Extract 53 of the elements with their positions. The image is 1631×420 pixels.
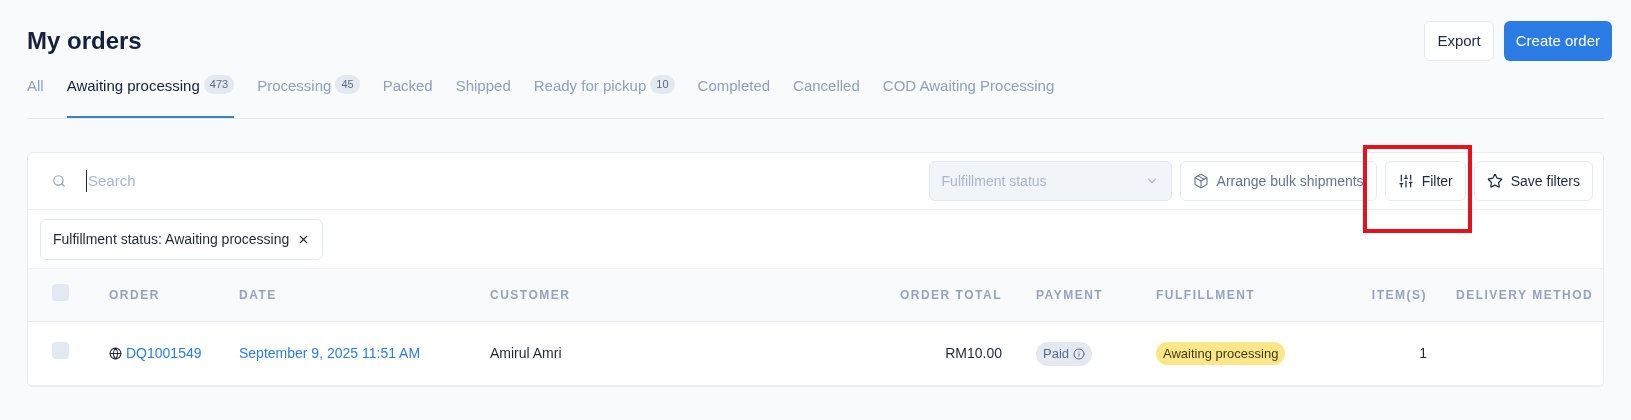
column-header: PAYMENT <box>1036 287 1105 304</box>
column-header: CUSTOMER <box>490 287 572 304</box>
tab-label: COD Awaiting Processing <box>882 76 1055 96</box>
search-field[interactable]: Search <box>86 169 921 193</box>
order-link[interactable]: DQ1001549 <box>126 343 202 364</box>
tab-label: Shipped <box>455 76 511 96</box>
filter-button[interactable]: Filter <box>1384 161 1466 201</box>
export-button[interactable]: Export <box>1424 21 1494 61</box>
column-header: ORDER <box>109 287 161 304</box>
box-icon <box>1192 173 1209 189</box>
tab-label: Packed <box>382 76 433 96</box>
filter-chip-label: Fulfillment status: Awaiting processing <box>53 229 290 249</box>
status-tab[interactable]: COD Awaiting Processing <box>882 75 1055 118</box>
items-cell-text: 1 <box>1418 344 1427 363</box>
tab-count: 10 <box>650 75 675 94</box>
column-header: FULFILLMENT <box>1156 287 1257 304</box>
status-tab[interactable]: Processing 45 <box>257 75 360 118</box>
status-tab[interactable]: All <box>27 75 44 118</box>
fulfillment-badge: Awaiting processing <box>1156 342 1286 365</box>
status-tab[interactable]: Cancelled <box>793 75 860 118</box>
status-tab[interactable]: Shipped <box>455 75 511 118</box>
globe-icon <box>109 347 122 360</box>
filter-chip[interactable]: Fulfillment status: Awaiting processing <box>40 218 324 260</box>
search-icon <box>52 174 66 188</box>
star-icon <box>1486 173 1503 189</box>
tab-label: Awaiting processing <box>66 76 200 96</box>
column-header: DELIVERY METHOD <box>1455 287 1595 304</box>
tab-label: Processing <box>257 76 332 96</box>
row-checkbox[interactable] <box>52 342 69 359</box>
column-header: DATE <box>239 287 278 304</box>
status-tab[interactable]: Packed <box>382 75 433 118</box>
column-header: ORDER TOTAL <box>898 287 1003 304</box>
status-tab[interactable]: Completed <box>697 75 771 118</box>
sliders-icon <box>1397 173 1414 189</box>
info-icon[interactable] <box>1073 347 1086 360</box>
tab-label: Ready for pickup <box>533 76 647 96</box>
total-cell-text: RM10.00 <box>944 344 1003 363</box>
payment-badge: Paid <box>1036 341 1093 366</box>
tab-label: All <box>27 76 44 96</box>
status-tab[interactable]: Ready for pickup 10 <box>533 75 675 118</box>
column-header: ITEM(S) <box>1370 287 1427 304</box>
date-link[interactable]: September 9, 2025 11:51 AM <box>239 343 490 364</box>
tab-label: Cancelled <box>793 76 860 96</box>
tab-count: 45 <box>335 75 360 94</box>
save-filters-button[interactable]: Save filters <box>1473 161 1593 201</box>
create-button[interactable]: Create order <box>1503 21 1612 61</box>
customer-cell-text: Amirul Amri <box>490 344 563 363</box>
bulk-shipments-button[interactable]: Arrange bulk shipments <box>1179 161 1377 201</box>
tab-label: Completed <box>697 76 771 96</box>
page-title: My orders <box>27 26 142 56</box>
tab-count: 473 <box>203 75 235 94</box>
status-tab[interactable]: Awaiting processing 473 <box>66 75 235 118</box>
dropdown-placeholder: Fulfillment status <box>941 171 1047 191</box>
